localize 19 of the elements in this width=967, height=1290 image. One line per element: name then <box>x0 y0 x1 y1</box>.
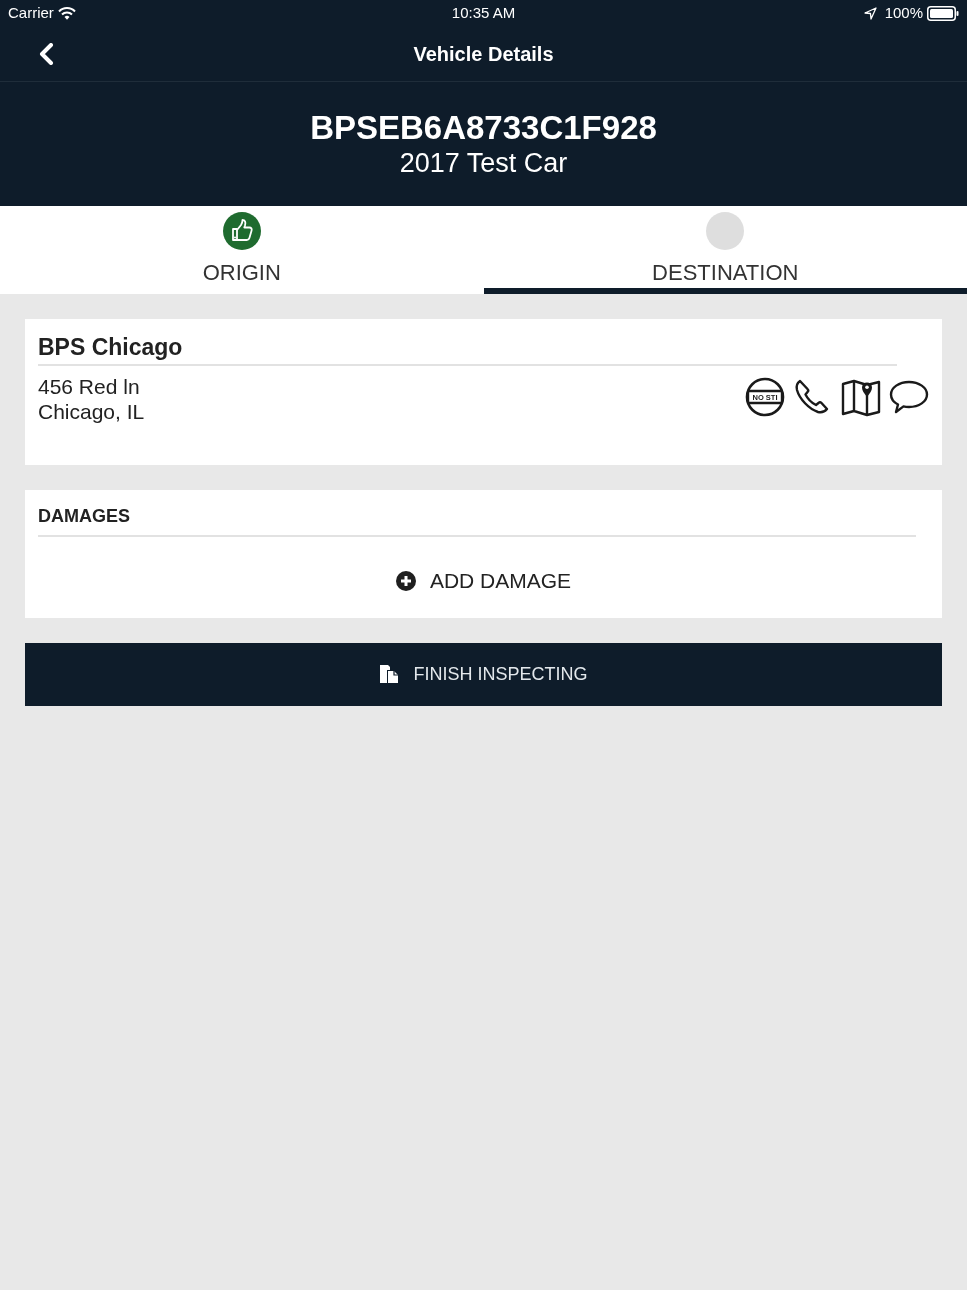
add-damage-button[interactable]: ADD DAMAGE <box>395 537 572 618</box>
vehicle-name: 2017 Test Car <box>399 146 568 180</box>
section-title: DAMAGES <box>38 504 916 537</box>
location-name: BPS Chicago <box>38 332 897 366</box>
battery-icon <box>927 5 959 21</box>
battery-percent: 100% <box>884 2 923 23</box>
address-line: 456 Red ln <box>38 374 141 399</box>
finish-inspecting-button[interactable]: FINISH INSPECTING <box>25 642 942 706</box>
carrier-label: Carrier <box>8 2 54 23</box>
wifi-icon <box>57 6 76 20</box>
screen-title: Vehicle Details <box>413 41 554 67</box>
status-time: 10:35 AM <box>451 2 516 23</box>
back-chevron-icon <box>38 42 54 65</box>
vehicle-id: BPSEB6A8733C1F928 <box>310 108 657 147</box>
map-pin-icon[interactable] <box>841 377 881 417</box>
location-arrow-icon <box>863 6 877 20</box>
documents-icon <box>379 664 400 684</box>
address-line: Chicago, IL <box>38 399 145 424</box>
plus-circle-icon <box>395 570 416 591</box>
